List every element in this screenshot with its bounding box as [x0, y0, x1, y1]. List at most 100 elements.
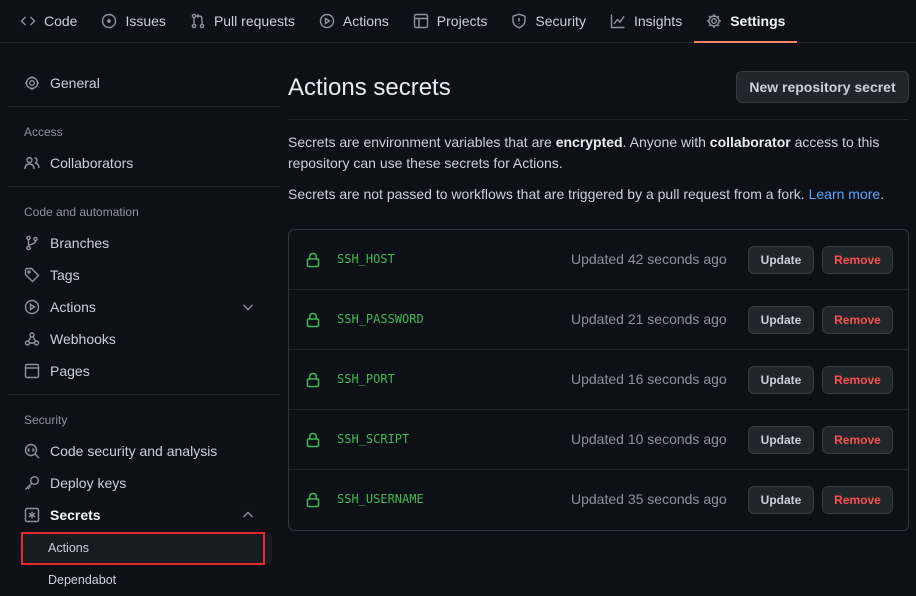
section-heading-code-automation: Code and automation: [24, 205, 139, 219]
lock-icon: [306, 372, 320, 388]
remove-button[interactable]: Remove: [822, 486, 893, 514]
secret-row: SSH_PASSWORD Updated 21 seconds ago Upda…: [289, 290, 908, 350]
secret-name: SSH_PASSWORD: [337, 312, 424, 326]
sidebar-item-label: Actions: [50, 299, 96, 315]
issue-icon: [102, 13, 117, 29]
sidebar-item-collaborators[interactable]: Collaborators: [8, 147, 272, 179]
sidebar-item-label: Secrets: [50, 507, 101, 523]
pull-request-icon: [191, 13, 205, 29]
divider: [288, 119, 909, 120]
sidebar-item-pages[interactable]: Pages: [8, 355, 272, 387]
secret-updated: Updated 16 seconds ago: [571, 371, 727, 387]
code-icon: [20, 16, 36, 26]
lock-icon: [306, 312, 320, 328]
secrets-list: SSH_HOST Updated 42 seconds ago Update R…: [288, 229, 909, 531]
divider: [8, 394, 280, 395]
chevron-down-icon[interactable]: [240, 299, 256, 315]
asterisk-icon: [24, 507, 40, 523]
sidebar-item-tags[interactable]: Tags: [8, 259, 272, 291]
update-button[interactable]: Update: [748, 486, 814, 514]
lock-icon: [306, 432, 320, 448]
secret-updated: Updated 21 seconds ago: [571, 311, 727, 327]
key-icon: [25, 476, 39, 490]
tab-actions[interactable]: Actions: [307, 0, 401, 42]
secret-name: SSH_SCRIPT: [337, 432, 410, 446]
sidebar-item-secrets[interactable]: Secrets: [8, 499, 272, 531]
secret-name: SSH_PORT: [337, 372, 395, 386]
sidebar-item-label: General: [50, 75, 100, 91]
tab-label: Insights: [633, 13, 683, 29]
gear-icon: [707, 14, 722, 28]
annotation-highlight-box: [21, 532, 265, 565]
tab-insights[interactable]: Insights: [598, 0, 694, 42]
lock-icon: [306, 252, 320, 268]
sidebar-item-actions[interactable]: Actions: [8, 291, 272, 323]
repo-nav: Code Issues Pull requests Actions Projec…: [0, 0, 916, 43]
codescan-icon: [24, 443, 40, 459]
secret-updated: Updated 35 seconds ago: [571, 491, 727, 507]
sidebar-item-label: Branches: [50, 235, 110, 251]
tab-projects[interactable]: Projects: [401, 0, 500, 42]
shield-icon: [512, 13, 527, 29]
sidebar-item-label: Pages: [50, 363, 90, 379]
desc-text: . Anyone with: [622, 134, 710, 150]
gear-icon: [25, 76, 39, 90]
remove-button[interactable]: Remove: [822, 246, 893, 274]
table-icon: [413, 13, 428, 29]
sidebar-item-branches[interactable]: Branches: [8, 227, 272, 259]
new-repository-secret-button[interactable]: New repository secret: [736, 71, 909, 103]
update-button[interactable]: Update: [748, 426, 814, 454]
remove-button[interactable]: Remove: [822, 306, 893, 334]
description-encrypted: Secrets are environment variables that a…: [288, 132, 909, 174]
remove-button[interactable]: Remove: [822, 426, 893, 454]
description-fork: Secrets are not passed to workflows that…: [288, 184, 909, 205]
sidebar-item-label: Webhooks: [50, 331, 116, 347]
webhook-icon: [24, 332, 40, 346]
tab-label: Pull requests: [213, 13, 295, 29]
update-button[interactable]: Update: [748, 366, 814, 394]
desc-text: Secrets are environment variables that a…: [288, 134, 556, 150]
section-heading-security: Security: [24, 413, 68, 427]
tab-label: Projects: [436, 13, 488, 29]
section-heading-access: Access: [24, 125, 63, 139]
sidebar-item-general[interactable]: General: [8, 67, 272, 99]
secret-name: SSH_HOST: [337, 252, 395, 266]
play-icon: [319, 13, 335, 29]
secret-row: SSH_PORT Updated 16 seconds ago Update R…: [289, 350, 908, 410]
secret-updated: Updated 10 seconds ago: [571, 431, 727, 447]
browser-icon: [24, 363, 40, 379]
people-icon: [24, 156, 40, 170]
sidebar-item-code-security[interactable]: Code security and analysis: [8, 435, 272, 467]
sidebar-item-label: Dependabot: [48, 573, 117, 587]
update-button[interactable]: Update: [748, 246, 814, 274]
sidebar-item-label: Code security and analysis: [50, 443, 218, 459]
divider: [8, 106, 280, 107]
secret-row: SSH_HOST Updated 42 seconds ago Update R…: [289, 230, 908, 290]
tag-icon: [24, 267, 40, 283]
graph-icon: [610, 14, 625, 29]
play-icon: [24, 299, 40, 315]
tab-pull-requests[interactable]: Pull requests: [178, 0, 307, 42]
tab-security[interactable]: Security: [499, 0, 598, 42]
tab-label: Security: [535, 13, 586, 29]
remove-button[interactable]: Remove: [822, 366, 893, 394]
update-button[interactable]: Update: [748, 306, 814, 334]
learn-more-link[interactable]: Learn more: [809, 186, 881, 202]
sidebar-item-label: Collaborators: [50, 155, 134, 171]
tab-code[interactable]: Code: [8, 0, 89, 42]
tab-settings[interactable]: Settings: [694, 0, 798, 43]
sidebar-item-webhooks[interactable]: Webhooks: [8, 323, 272, 355]
sidebar-item-deploy-keys[interactable]: Deploy keys: [8, 467, 272, 499]
tab-label: Code: [44, 13, 78, 29]
page-title: Actions secrets: [288, 74, 451, 101]
tab-issues[interactable]: Issues: [89, 0, 177, 42]
secret-updated: Updated 42 seconds ago: [571, 251, 727, 267]
tab-label: Issues: [125, 13, 166, 29]
sidebar-item-label: Tags: [50, 267, 80, 283]
tab-label: Actions: [342, 13, 389, 29]
sidebar-subitem-dependabot[interactable]: Dependabot: [20, 564, 272, 596]
desc-text: .: [880, 186, 885, 202]
chevron-up-icon[interactable]: [240, 507, 256, 523]
desc-bold: collaborator: [709, 134, 791, 150]
divider: [8, 186, 280, 187]
